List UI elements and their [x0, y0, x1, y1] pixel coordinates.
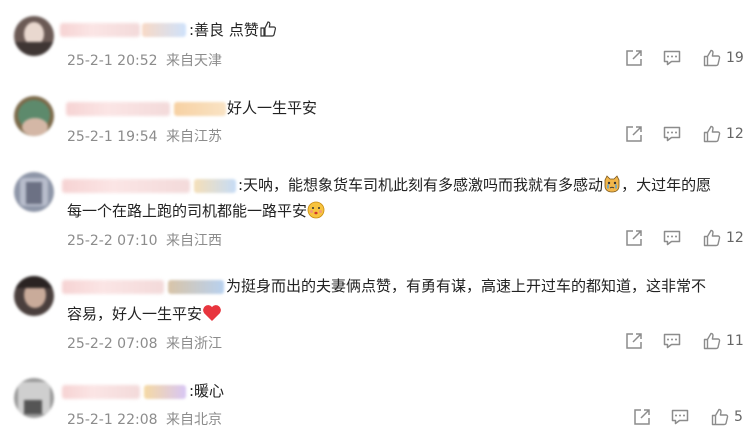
avatar[interactable] [14, 172, 54, 212]
user-badge [194, 179, 236, 193]
like-count: 5 [734, 409, 743, 425]
share-icon [626, 50, 642, 66]
comment-actions: 11 [0, 331, 750, 355]
share-icon [626, 333, 642, 349]
thumbs-up-emoji [259, 20, 277, 46]
comment-icon [663, 50, 681, 66]
comment-actions: 5 [8, 407, 750, 431]
like-count: 12 [726, 126, 744, 142]
comment-text: :暖心 [189, 382, 225, 400]
like-button[interactable]: 12 [702, 228, 744, 248]
comment-actions: 19 [0, 48, 750, 72]
comment-icon [663, 126, 681, 142]
comment-text: :天呐，能想象货车司机此刻有多感激吗而我就有多感动 ，大过年的愿 [238, 172, 742, 201]
reply-button[interactable] [662, 48, 682, 68]
user-badge [142, 23, 186, 37]
red-heart-emoji [202, 304, 222, 330]
share-button[interactable] [632, 407, 652, 427]
share-icon [626, 230, 642, 246]
kiss-face-emoji [307, 201, 325, 227]
username-blurred[interactable] [62, 385, 140, 399]
comment-item: 为挺身而出的夫妻俩点赞，有勇有谋，高速上开过车的都知道，这非常不 容易，好人一生… [0, 270, 750, 370]
like-button[interactable]: 19 [702, 48, 744, 68]
share-button[interactable] [624, 331, 644, 351]
like-button[interactable]: 11 [702, 331, 744, 351]
username-blurred[interactable] [60, 23, 140, 37]
comment-icon [663, 333, 681, 349]
username-blurred[interactable] [66, 102, 170, 116]
comment-item: :善良 点赞 25-2-1 20:52 来自天津 19 [0, 0, 750, 86]
user-badge [168, 280, 224, 294]
comment-item: :天呐，能想象货车司机此刻有多感激吗而我就有多感动 ，大过年的愿 每一个在路上跑的… [0, 166, 750, 270]
thumbs-up-icon [703, 49, 721, 67]
like-button[interactable]: 12 [702, 124, 744, 144]
like-count: 19 [726, 50, 744, 66]
username-blurred[interactable] [62, 179, 190, 193]
thumbs-up-icon [711, 408, 729, 426]
reply-button[interactable] [662, 124, 682, 144]
comment-icon [671, 409, 689, 425]
thumbs-up-icon [703, 332, 721, 350]
thumbs-up-icon [703, 229, 721, 247]
comment-text-line2: 每一个在路上跑的司机都能一路平安 [67, 198, 730, 227]
reply-button[interactable] [662, 331, 682, 351]
user-badge [144, 385, 186, 399]
reply-button[interactable] [662, 228, 682, 248]
like-count: 11 [726, 333, 744, 349]
comment-text: 为挺身而出的夫妻俩点赞，有勇有谋，高速上开过车的都知道，这非常不 [226, 277, 707, 295]
share-button[interactable] [624, 228, 644, 248]
share-icon [626, 126, 642, 142]
avatar[interactable] [14, 276, 54, 316]
share-button[interactable] [624, 48, 644, 68]
comment-actions: 12 [0, 124, 750, 148]
like-count: 12 [726, 230, 744, 246]
share-button[interactable] [624, 124, 644, 144]
comment-item: :暖心 25-2-1 22:08 来自北京 5 [0, 370, 750, 443]
comment-actions: 12 [0, 228, 750, 252]
comment-text-line2: 容易，好人一生平安 [67, 301, 730, 330]
like-button[interactable]: 5 [710, 407, 743, 427]
username-blurred[interactable] [62, 280, 164, 294]
thumbs-up-icon [703, 125, 721, 143]
comment-text: :善良 点赞 [189, 17, 730, 46]
user-badge [174, 102, 226, 116]
comment-text: 好人一生平安 [227, 99, 318, 117]
share-icon [634, 409, 650, 425]
reply-button[interactable] [670, 407, 690, 427]
comment-item: 好人一生平安 25-2-1 19:54 来自江苏 12 [0, 86, 750, 166]
comment-icon [663, 230, 681, 246]
